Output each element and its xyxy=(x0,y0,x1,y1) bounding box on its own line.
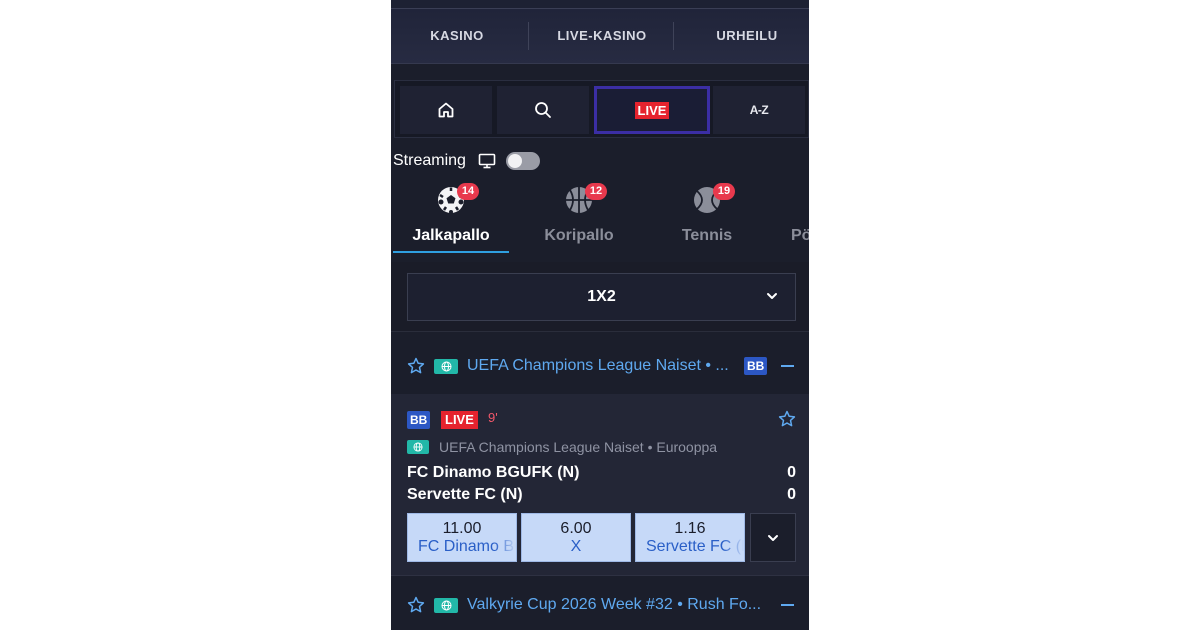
az-label: A-Z xyxy=(749,103,769,117)
odds-label: FC Dinamo BGUFK (N) xyxy=(418,538,516,555)
star-icon[interactable] xyxy=(407,357,425,375)
globe-icon xyxy=(407,440,429,454)
home-button[interactable] xyxy=(400,86,492,134)
globe-icon xyxy=(434,597,458,613)
chevron-down-icon xyxy=(767,293,777,299)
collapse-icon[interactable] xyxy=(781,604,794,606)
sport-label: Jalkapallo xyxy=(412,227,490,244)
bet-builder-badge: BB xyxy=(744,357,768,375)
star-icon[interactable] xyxy=(778,410,796,428)
monitor-icon xyxy=(478,153,496,169)
odds-button-home[interactable]: 11.00 FC Dinamo BGUFK (N) xyxy=(407,513,517,562)
sport-count-badge: 12 xyxy=(585,183,607,200)
search-icon xyxy=(535,102,551,118)
odds-label: Servette FC (N) xyxy=(646,538,744,555)
nav-divider xyxy=(673,22,674,50)
more-markets-button[interactable] xyxy=(750,513,796,562)
sport-tab-tennis[interactable]: 19 Tennis xyxy=(649,183,765,253)
odds-value: 6.00 xyxy=(560,520,592,537)
event-card[interactable]: BB LIVE 9' UEFA Champions League Naiset … xyxy=(391,394,809,576)
streaming-label: Streaming xyxy=(393,152,466,169)
nav-divider xyxy=(528,22,529,50)
chevron-down-icon xyxy=(768,534,778,541)
league-header[interactable]: Valkyrie Cup 2026 Week #32 • Rush Fo... xyxy=(391,577,809,630)
away-score: 0 xyxy=(787,486,796,503)
star-icon[interactable] xyxy=(407,596,425,614)
away-team: Servette FC (N) xyxy=(407,486,523,503)
sport-label: Tennis xyxy=(681,227,733,244)
sport-tab-partial[interactable]: Pö xyxy=(777,183,809,253)
az-button[interactable]: A-Z xyxy=(713,86,805,134)
top-nav: KASINO LIVE-KASINO URHEILU xyxy=(391,0,809,64)
bet-builder-badge: BB xyxy=(407,411,431,429)
market-select[interactable]: 1X2 xyxy=(407,273,796,321)
league-name[interactable]: UEFA Champions League Naiset • ... xyxy=(467,357,729,375)
home-icon xyxy=(438,102,454,118)
home-team: FC Dinamo BGUFK (N) xyxy=(407,464,580,481)
odds-label: X xyxy=(570,538,582,555)
live-button[interactable]: LIVE xyxy=(594,86,710,134)
nav-tab-live-kasino[interactable]: LIVE-KASINO xyxy=(549,28,655,44)
sport-tab-jalkapallo[interactable]: 14 Jalkapallo xyxy=(393,183,509,253)
sport-count-badge: 14 xyxy=(457,183,479,200)
odds-value: 1.16 xyxy=(674,520,706,537)
sport-count-badge: 19 xyxy=(713,183,735,200)
nav-tab-urheilu[interactable]: URHEILU xyxy=(709,28,785,44)
odds-button-draw[interactable]: 6.00 X xyxy=(521,513,631,562)
league-name[interactable]: Valkyrie Cup 2026 Week #32 • Rush Fo... xyxy=(467,596,761,614)
nav-tab-kasino[interactable]: KASINO xyxy=(419,28,495,44)
toggle-knob xyxy=(508,154,522,168)
globe-icon xyxy=(434,358,458,374)
home-score: 0 xyxy=(787,464,796,481)
live-badge: LIVE xyxy=(441,411,478,429)
market-selected-value: 1X2 xyxy=(587,288,616,305)
league-header[interactable]: UEFA Champions League Naiset • ... BB xyxy=(391,338,809,394)
streaming-toggle[interactable] xyxy=(506,152,540,170)
sport-tab-koripallo[interactable]: 12 Koripallo xyxy=(521,183,637,253)
sport-label: Pö xyxy=(791,227,809,244)
odds-button-away[interactable]: 1.16 Servette FC (N) xyxy=(635,513,745,562)
live-label: LIVE xyxy=(634,101,670,119)
sport-label: Koripallo xyxy=(544,227,614,244)
active-tab-indicator xyxy=(393,251,509,253)
search-button[interactable] xyxy=(497,86,589,134)
tool-row: LIVE A-Z xyxy=(394,80,809,138)
streaming-row: Streaming xyxy=(393,151,540,171)
top-strip xyxy=(391,0,809,9)
market-area: 1X2 xyxy=(391,262,809,332)
odds-value: 11.00 xyxy=(442,520,482,537)
sportsbook-app: KASINO LIVE-KASINO URHEILU LIVE A-Z Stre… xyxy=(391,0,809,630)
match-minute: 9' xyxy=(488,410,498,425)
event-league-name: UEFA Champions League Naiset • Eurooppa xyxy=(439,439,718,455)
collapse-icon[interactable] xyxy=(781,365,794,367)
